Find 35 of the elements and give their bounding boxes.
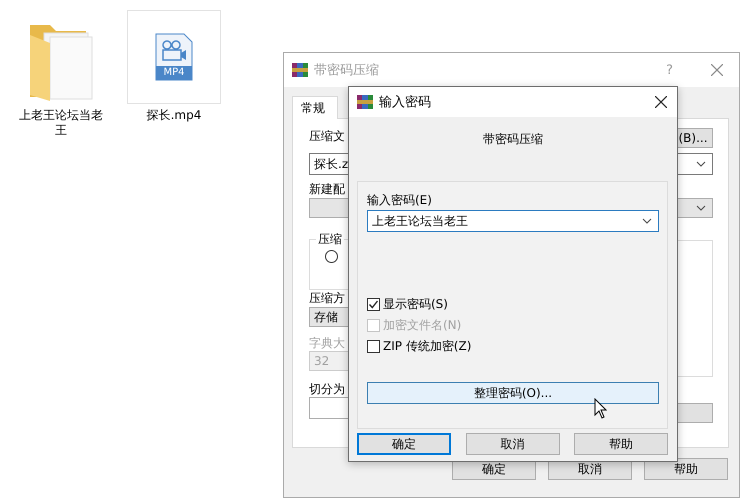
dialog-button[interactable]: 确定 (357, 433, 451, 455)
checkbox[interactable] (367, 298, 380, 311)
checkbox-label: 显示密码(S) (383, 296, 448, 313)
icon-highlight[interactable]: MP4 (127, 10, 221, 104)
organize-passwords-button[interactable]: 整理密码(O)... (367, 382, 659, 404)
chevron-icon (642, 218, 652, 224)
file-type-label: MP4 (162, 67, 186, 79)
dialog-button[interactable]: 帮助 (644, 458, 728, 480)
field-label: 切分为 (309, 381, 345, 397)
window-title: 带密码压缩 (314, 62, 379, 79)
field-label: 新建配 (309, 181, 345, 197)
chevron-icon (696, 205, 706, 211)
dialog-button[interactable]: 帮助 (574, 433, 668, 455)
video-file-icon (155, 33, 193, 81)
radio-button[interactable] (325, 250, 338, 263)
field-label: 压缩方 (309, 290, 345, 306)
file-name: 探长.mp4 (146, 108, 202, 123)
tab[interactable]: 常规 (292, 96, 338, 119)
password-dropdown[interactable]: 上老王论坛当老王 (367, 210, 659, 232)
cursor-icon (594, 398, 607, 419)
books-icon (357, 94, 373, 110)
field-label: 压缩文 (309, 128, 345, 144)
field-label: 输入密码(E) (367, 192, 432, 208)
dialog-button[interactable]: 取消 (466, 433, 560, 455)
books-icon (292, 62, 308, 78)
dialog-title: 输入密码 (379, 94, 431, 111)
checkbox-label: 加密文件名(N) (383, 317, 462, 334)
file-name: 上老王论坛当老王 (18, 108, 104, 138)
dialog-subtitle: 带密码压缩 (482, 131, 544, 147)
checkbox[interactable] (367, 340, 380, 353)
field-label: 字典大 (309, 335, 345, 351)
group-label: 压缩 (317, 232, 343, 246)
close-icon[interactable] (655, 96, 667, 108)
checkbox-label: ZIP 传统加密(Z) (383, 338, 472, 355)
chevron-icon (696, 161, 706, 167)
